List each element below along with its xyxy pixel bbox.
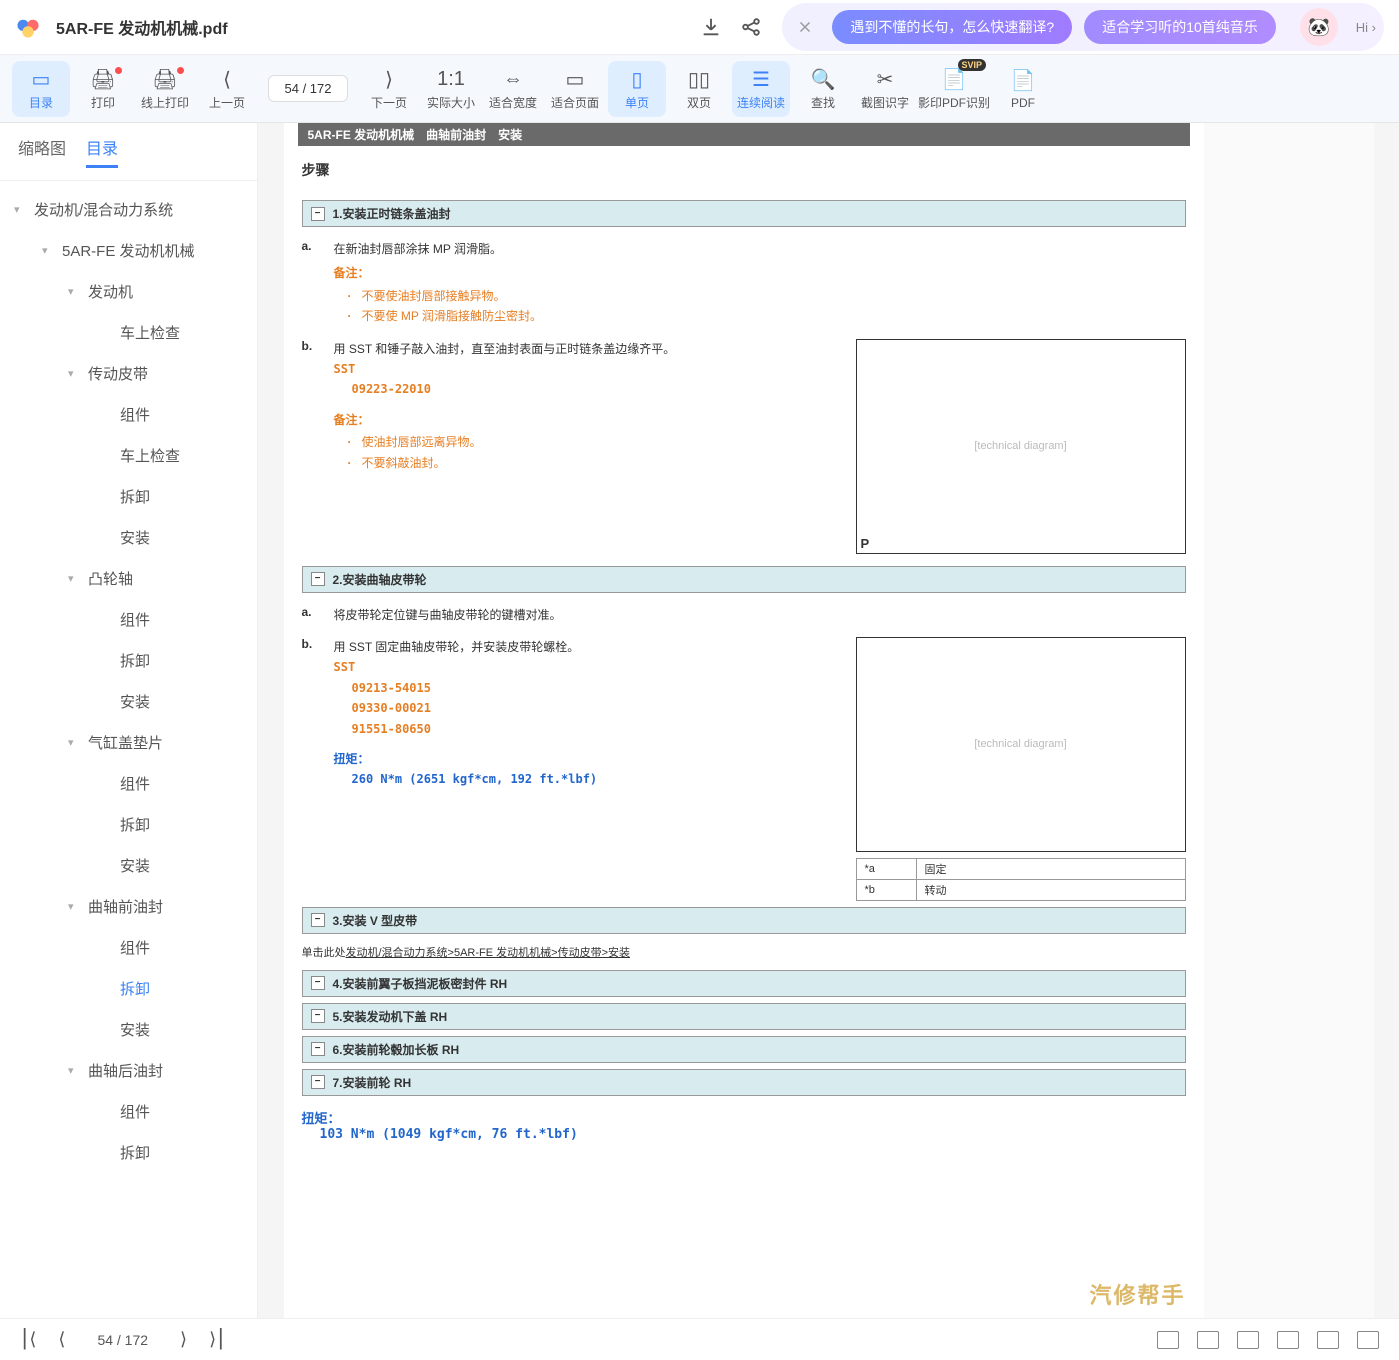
toolbar: ▭目录 🖨打印 🖨线上打印 ⟨上一页 54 / 172 ⟩下一页 1:1实际大小… [0, 55, 1399, 123]
promo-strip: 遇到不懂的长句，怎么快速翻译? 适合学习听的10首纯音乐 🐼 Hi › [782, 3, 1384, 51]
avatar[interactable]: 🐼 [1300, 8, 1338, 46]
toc-item[interactable]: 车上检查 [0, 435, 257, 476]
section-1[interactable]: −1.安装正时链条盖油封 [302, 200, 1186, 227]
view-width-icon[interactable] [1317, 1331, 1339, 1349]
first-page-icon[interactable]: ⎮⟨ [20, 1329, 36, 1350]
tool-pdf[interactable]: 📄PDF [994, 61, 1052, 117]
toc-item[interactable]: 安装 [0, 1009, 257, 1050]
tool-continuous[interactable]: ☰连续阅读 [732, 61, 790, 117]
toc-item[interactable]: 安装 [0, 681, 257, 722]
promo-pill-2[interactable]: 适合学习听的10首纯音乐 [1084, 10, 1276, 44]
app-logo [15, 14, 41, 40]
promo-pill-1[interactable]: 遇到不懂的长句，怎么快速翻译? [832, 10, 1072, 44]
toc-item[interactable]: 组件 [0, 1091, 257, 1132]
toc-item[interactable]: 安装 [0, 517, 257, 558]
diagram-2: [technical diagram] [856, 637, 1186, 852]
toc-item[interactable]: 拆卸 [0, 640, 257, 681]
bottombar: ⎮⟨ ⟨ 54 / 172 ⟩ ⟩⎮ [0, 1318, 1399, 1360]
toc-item[interactable]: 组件 [0, 394, 257, 435]
section-7[interactable]: −7.安装前轮 RH [302, 1069, 1186, 1096]
section-5[interactable]: −5.安装发动机下盖 RH [302, 1003, 1186, 1030]
tool-ocr[interactable]: SVIP📄影印PDF识别 [918, 61, 990, 117]
toc-item[interactable]: ▾曲轴前油封 [0, 886, 257, 927]
tool-print[interactable]: 🖨打印 [74, 61, 132, 117]
tool-fit-page[interactable]: ▭适合页面 [546, 61, 604, 117]
topbar: 5AR-FE 发动机机械.pdf 遇到不懂的长句，怎么快速翻译? 适合学习听的1… [0, 0, 1399, 55]
toc-item[interactable]: 安装 [0, 845, 257, 886]
download-icon[interactable] [700, 16, 722, 38]
section-3[interactable]: −3.安装 V 型皮带 [302, 907, 1186, 934]
close-icon[interactable] [796, 18, 814, 36]
collapse-icon[interactable]: − [311, 913, 325, 927]
toc-item[interactable]: 组件 [0, 599, 257, 640]
view-ratio-icon[interactable] [1277, 1331, 1299, 1349]
section-6[interactable]: −6.安装前轮毂加长板 RH [302, 1036, 1186, 1063]
content-area: 5AR-FE 发动机机械 曲轴前油封 安装 步骤 −1.安装正时链条盖油封 a.… [258, 123, 1399, 1318]
last-page-icon[interactable]: ⟩⎮ [209, 1329, 225, 1350]
prev-icon[interactable]: ⟨ [58, 1329, 65, 1350]
tool-fit-width[interactable]: ⇔适合宽度 [484, 61, 542, 117]
watermark: 汽修帮手 [1071, 1270, 1203, 1318]
toc-item[interactable]: ▾气缸盖垫片 [0, 722, 257, 763]
view-single-icon[interactable] [1157, 1331, 1179, 1349]
toc-item[interactable]: 组件 [0, 927, 257, 968]
toc-item[interactable]: ▾曲轴后油封 [0, 1050, 257, 1091]
toc-item[interactable]: 车上检查 [0, 312, 257, 353]
cross-link[interactable]: 发动机/混合动力系统>5AR-FE 发动机机械>传动皮带>安装 [346, 947, 631, 959]
tool-online-print[interactable]: 🖨线上打印 [136, 61, 194, 117]
next-icon[interactable]: ⟩ [180, 1329, 187, 1350]
tool-single-page[interactable]: ▯单页 [608, 61, 666, 117]
page-indicator: 54 / 172 [97, 1332, 148, 1348]
tool-screenshot[interactable]: ✂截图识字 [856, 61, 914, 117]
share-icon[interactable] [740, 16, 762, 38]
diagram-1: [technical diagram]P [856, 339, 1186, 554]
tool-prev-page[interactable]: ⟨上一页 [198, 61, 256, 117]
tool-double-page[interactable]: ▯▯双页 [670, 61, 728, 117]
toc-item[interactable]: ▾发动机/混合动力系统 [0, 189, 257, 230]
toc-item[interactable]: ▾5AR-FE 发动机机械 [0, 230, 257, 271]
legend-table: *a固定 *b转动 [856, 858, 1186, 901]
page-input[interactable]: 54 / 172 [268, 75, 348, 102]
tab-thumbnail[interactable]: 缩略图 [18, 135, 66, 168]
tool-catalog[interactable]: ▭目录 [12, 61, 70, 117]
tool-next-page[interactable]: ⟩下一页 [360, 61, 418, 117]
toc-item[interactable]: 拆卸 [0, 968, 257, 1009]
toc-list: ▾发动机/混合动力系统▾5AR-FE 发动机机械▾发动机车上检查▾传动皮带组件车… [0, 181, 257, 1318]
toc-item[interactable]: 组件 [0, 763, 257, 804]
collapse-icon[interactable]: − [311, 1009, 325, 1023]
collapse-icon[interactable]: − [311, 572, 325, 586]
toc-item[interactable]: 拆卸 [0, 476, 257, 517]
view-page-icon[interactable] [1357, 1331, 1379, 1349]
collapse-icon[interactable]: − [311, 207, 325, 221]
toc-item[interactable]: ▾凸轮轴 [0, 558, 257, 599]
toc-item[interactable]: 拆卸 [0, 804, 257, 845]
toc-item[interactable]: ▾传动皮带 [0, 353, 257, 394]
collapse-icon[interactable]: − [311, 976, 325, 990]
toc-item[interactable]: 拆卸 [0, 1132, 257, 1173]
tool-actual-size[interactable]: 1:1实际大小 [422, 61, 480, 117]
view-cont-icon[interactable] [1237, 1331, 1259, 1349]
steps-title: 步骤 [284, 146, 1204, 194]
collapse-icon[interactable]: − [311, 1075, 325, 1089]
toc-item[interactable]: ▾发动机 [0, 271, 257, 312]
hi-label[interactable]: Hi › [1356, 20, 1376, 35]
tool-search[interactable]: 🔍查找 [794, 61, 852, 117]
collapse-icon[interactable]: − [311, 1042, 325, 1056]
doc-header: 5AR-FE 发动机机械 曲轴前油封 安装 [298, 123, 1190, 146]
pdf-page: 5AR-FE 发动机机械 曲轴前油封 安装 步骤 −1.安装正时链条盖油封 a.… [284, 123, 1204, 1318]
filename: 5AR-FE 发动机机械.pdf [56, 15, 700, 39]
section-2[interactable]: −2.安装曲轴皮带轮 [302, 566, 1186, 593]
view-double-icon[interactable] [1197, 1331, 1219, 1349]
tab-toc[interactable]: 目录 [86, 135, 118, 168]
section-4[interactable]: −4.安装前翼子板挡泥板密封件 RH [302, 970, 1186, 997]
sidebar: 缩略图 目录 ▾发动机/混合动力系统▾5AR-FE 发动机机械▾发动机车上检查▾… [0, 123, 258, 1318]
